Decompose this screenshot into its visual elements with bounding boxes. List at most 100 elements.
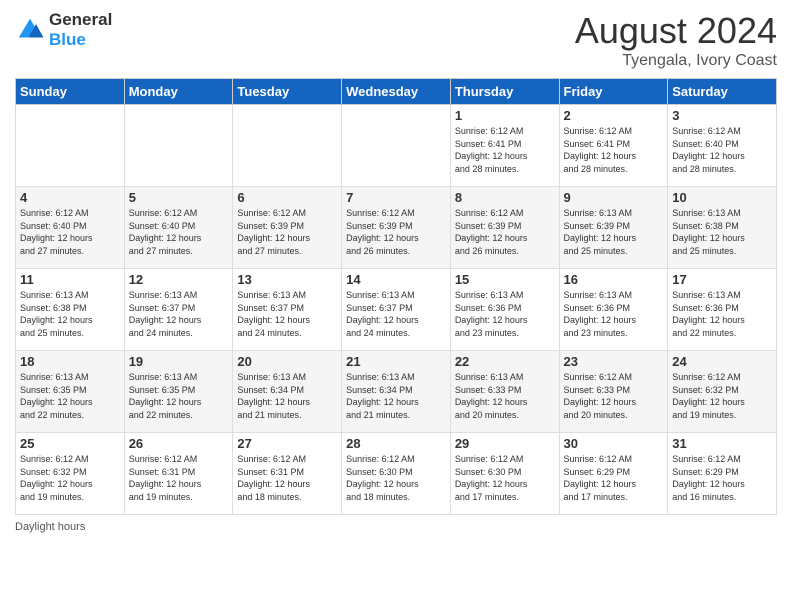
calendar-cell: 26 Sunrise: 6:12 AM Sunset: 6:31 PM Dayli… xyxy=(124,433,233,515)
calendar-cell: 18 Sunrise: 6:13 AM Sunset: 6:35 PM Dayli… xyxy=(16,351,125,433)
day-number: 27 xyxy=(237,436,337,451)
day-info: Sunrise: 6:12 AM Sunset: 6:33 PM Dayligh… xyxy=(564,371,664,421)
day-number: 23 xyxy=(564,354,664,369)
weekday-header: Wednesday xyxy=(342,79,451,105)
calendar-cell: 20 Sunrise: 6:13 AM Sunset: 6:34 PM Dayli… xyxy=(233,351,342,433)
day-number: 11 xyxy=(20,272,120,287)
day-info: Sunrise: 6:13 AM Sunset: 6:38 PM Dayligh… xyxy=(20,289,120,339)
location: Tyengala, Ivory Coast xyxy=(575,52,777,70)
day-info: Sunrise: 6:12 AM Sunset: 6:32 PM Dayligh… xyxy=(672,371,772,421)
calendar-cell xyxy=(233,105,342,187)
day-info: Sunrise: 6:12 AM Sunset: 6:40 PM Dayligh… xyxy=(672,125,772,175)
logo-text: General Blue xyxy=(49,10,112,50)
day-info: Sunrise: 6:13 AM Sunset: 6:35 PM Dayligh… xyxy=(20,371,120,421)
day-info: Sunrise: 6:12 AM Sunset: 6:30 PM Dayligh… xyxy=(346,453,446,503)
day-info: Sunrise: 6:13 AM Sunset: 6:37 PM Dayligh… xyxy=(346,289,446,339)
calendar-cell: 31Sunrise: 6:12 AM Sunset: 6:29 PM Dayli… xyxy=(668,433,777,515)
day-number: 13 xyxy=(237,272,337,287)
weekday-row: SundayMondayTuesdayWednesdayThursdayFrid… xyxy=(16,79,777,105)
calendar-cell: 1Sunrise: 6:12 AM Sunset: 6:41 PM Daylig… xyxy=(450,105,559,187)
day-number: 19 xyxy=(129,354,229,369)
calendar-cell: 4 Sunrise: 6:12 AM Sunset: 6:40 PM Daylig… xyxy=(16,187,125,269)
calendar-week-row: 18 Sunrise: 6:13 AM Sunset: 6:35 PM Dayli… xyxy=(16,351,777,433)
calendar-cell: 13 Sunrise: 6:13 AM Sunset: 6:37 PM Dayli… xyxy=(233,269,342,351)
calendar-page: General Blue August 2024 Tyengala, Ivory… xyxy=(0,0,792,612)
day-info: Sunrise: 6:13 AM Sunset: 6:37 PM Dayligh… xyxy=(129,289,229,339)
weekday-header: Friday xyxy=(559,79,668,105)
weekday-header: Thursday xyxy=(450,79,559,105)
calendar-week-row: 4 Sunrise: 6:12 AM Sunset: 6:40 PM Daylig… xyxy=(16,187,777,269)
calendar-cell: 7Sunrise: 6:12 AM Sunset: 6:39 PM Daylig… xyxy=(342,187,451,269)
day-number: 29 xyxy=(455,436,555,451)
day-number: 7 xyxy=(346,190,446,205)
calendar-cell: 19Sunrise: 6:13 AM Sunset: 6:35 PM Dayli… xyxy=(124,351,233,433)
calendar-cell: 30 Sunrise: 6:12 AM Sunset: 6:29 PM Dayli… xyxy=(559,433,668,515)
day-info: Sunrise: 6:12 AM Sunset: 6:29 PM Dayligh… xyxy=(564,453,664,503)
calendar-cell: 22 Sunrise: 6:13 AM Sunset: 6:33 PM Dayli… xyxy=(450,351,559,433)
day-number: 30 xyxy=(564,436,664,451)
calendar-table: SundayMondayTuesdayWednesdayThursdayFrid… xyxy=(15,78,777,515)
calendar-cell: 8Sunrise: 6:12 AM Sunset: 6:39 PM Daylig… xyxy=(450,187,559,269)
day-info: Sunrise: 6:12 AM Sunset: 6:40 PM Dayligh… xyxy=(20,207,120,257)
calendar-week-row: 25 Sunrise: 6:12 AM Sunset: 6:32 PM Dayli… xyxy=(16,433,777,515)
day-info: Sunrise: 6:13 AM Sunset: 6:33 PM Dayligh… xyxy=(455,371,555,421)
day-number: 18 xyxy=(20,354,120,369)
day-number: 2 xyxy=(564,108,664,123)
day-number: 8 xyxy=(455,190,555,205)
day-number: 26 xyxy=(129,436,229,451)
calendar-cell: 11 Sunrise: 6:13 AM Sunset: 6:38 PM Dayli… xyxy=(16,269,125,351)
month-title: August 2024 xyxy=(575,10,777,52)
day-info: Sunrise: 6:13 AM Sunset: 6:36 PM Dayligh… xyxy=(455,289,555,339)
day-info: Sunrise: 6:12 AM Sunset: 6:41 PM Dayligh… xyxy=(564,125,664,175)
day-info: Sunrise: 6:12 AM Sunset: 6:40 PM Dayligh… xyxy=(129,207,229,257)
day-number: 12 xyxy=(129,272,229,287)
day-number: 25 xyxy=(20,436,120,451)
weekday-header: Saturday xyxy=(668,79,777,105)
day-info: Sunrise: 6:13 AM Sunset: 6:37 PM Dayligh… xyxy=(237,289,337,339)
day-number: 28 xyxy=(346,436,446,451)
day-info: Sunrise: 6:13 AM Sunset: 6:36 PM Dayligh… xyxy=(564,289,664,339)
day-number: 15 xyxy=(455,272,555,287)
calendar-cell: 2 Sunrise: 6:12 AM Sunset: 6:41 PM Daylig… xyxy=(559,105,668,187)
day-info: Sunrise: 6:12 AM Sunset: 6:31 PM Dayligh… xyxy=(129,453,229,503)
day-info: Sunrise: 6:13 AM Sunset: 6:36 PM Dayligh… xyxy=(672,289,772,339)
logo: General Blue xyxy=(15,10,112,50)
calendar-cell: 9Sunrise: 6:13 AM Sunset: 6:39 PM Daylig… xyxy=(559,187,668,269)
calendar-cell: 21 Sunrise: 6:13 AM Sunset: 6:34 PM Dayli… xyxy=(342,351,451,433)
day-number: 1 xyxy=(455,108,555,123)
day-number: 6 xyxy=(237,190,337,205)
weekday-header: Sunday xyxy=(16,79,125,105)
day-number: 14 xyxy=(346,272,446,287)
day-number: 24 xyxy=(672,354,772,369)
day-number: 22 xyxy=(455,354,555,369)
day-info: Sunrise: 6:13 AM Sunset: 6:34 PM Dayligh… xyxy=(346,371,446,421)
calendar-week-row: 1 Sunrise: 6:12 AM Sunset: 6:41 PM Daylig… xyxy=(16,105,777,187)
calendar-cell xyxy=(342,105,451,187)
calendar-cell: 24 Sunrise: 6:12 AM Sunset: 6:32 PM Dayli… xyxy=(668,351,777,433)
calendar-cell: 6 Sunrise: 6:12 AM Sunset: 6:39 PM Daylig… xyxy=(233,187,342,269)
day-number: 20 xyxy=(237,354,337,369)
weekday-header: Tuesday xyxy=(233,79,342,105)
footer: Daylight hours xyxy=(15,521,777,533)
logo-general: General xyxy=(49,10,112,29)
calendar-cell: 12 Sunrise: 6:13 AM Sunset: 6:37 PM Dayli… xyxy=(124,269,233,351)
header: General Blue August 2024 Tyengala, Ivory… xyxy=(15,10,777,70)
day-info: Sunrise: 6:12 AM Sunset: 6:30 PM Dayligh… xyxy=(455,453,555,503)
day-info: Sunrise: 6:12 AM Sunset: 6:31 PM Dayligh… xyxy=(237,453,337,503)
day-number: 5 xyxy=(129,190,229,205)
title-block: August 2024 Tyengala, Ivory Coast xyxy=(575,10,777,70)
day-info: Sunrise: 6:12 AM Sunset: 6:39 PM Dayligh… xyxy=(237,207,337,257)
day-info: Sunrise: 6:13 AM Sunset: 6:34 PM Dayligh… xyxy=(237,371,337,421)
day-info: Sunrise: 6:12 AM Sunset: 6:32 PM Dayligh… xyxy=(20,453,120,503)
calendar-cell: 16Sunrise: 6:13 AM Sunset: 6:36 PM Dayli… xyxy=(559,269,668,351)
day-info: Sunrise: 6:12 AM Sunset: 6:29 PM Dayligh… xyxy=(672,453,772,503)
calendar-header: SundayMondayTuesdayWednesdayThursdayFrid… xyxy=(16,79,777,105)
calendar-cell xyxy=(124,105,233,187)
calendar-cell: 28 Sunrise: 6:12 AM Sunset: 6:30 PM Dayli… xyxy=(342,433,451,515)
day-number: 4 xyxy=(20,190,120,205)
calendar-cell: 23 Sunrise: 6:12 AM Sunset: 6:33 PM Dayli… xyxy=(559,351,668,433)
day-info: Sunrise: 6:13 AM Sunset: 6:39 PM Dayligh… xyxy=(564,207,664,257)
day-info: Sunrise: 6:13 AM Sunset: 6:38 PM Dayligh… xyxy=(672,207,772,257)
calendar-cell: 3Sunrise: 6:12 AM Sunset: 6:40 PM Daylig… xyxy=(668,105,777,187)
day-number: 21 xyxy=(346,354,446,369)
